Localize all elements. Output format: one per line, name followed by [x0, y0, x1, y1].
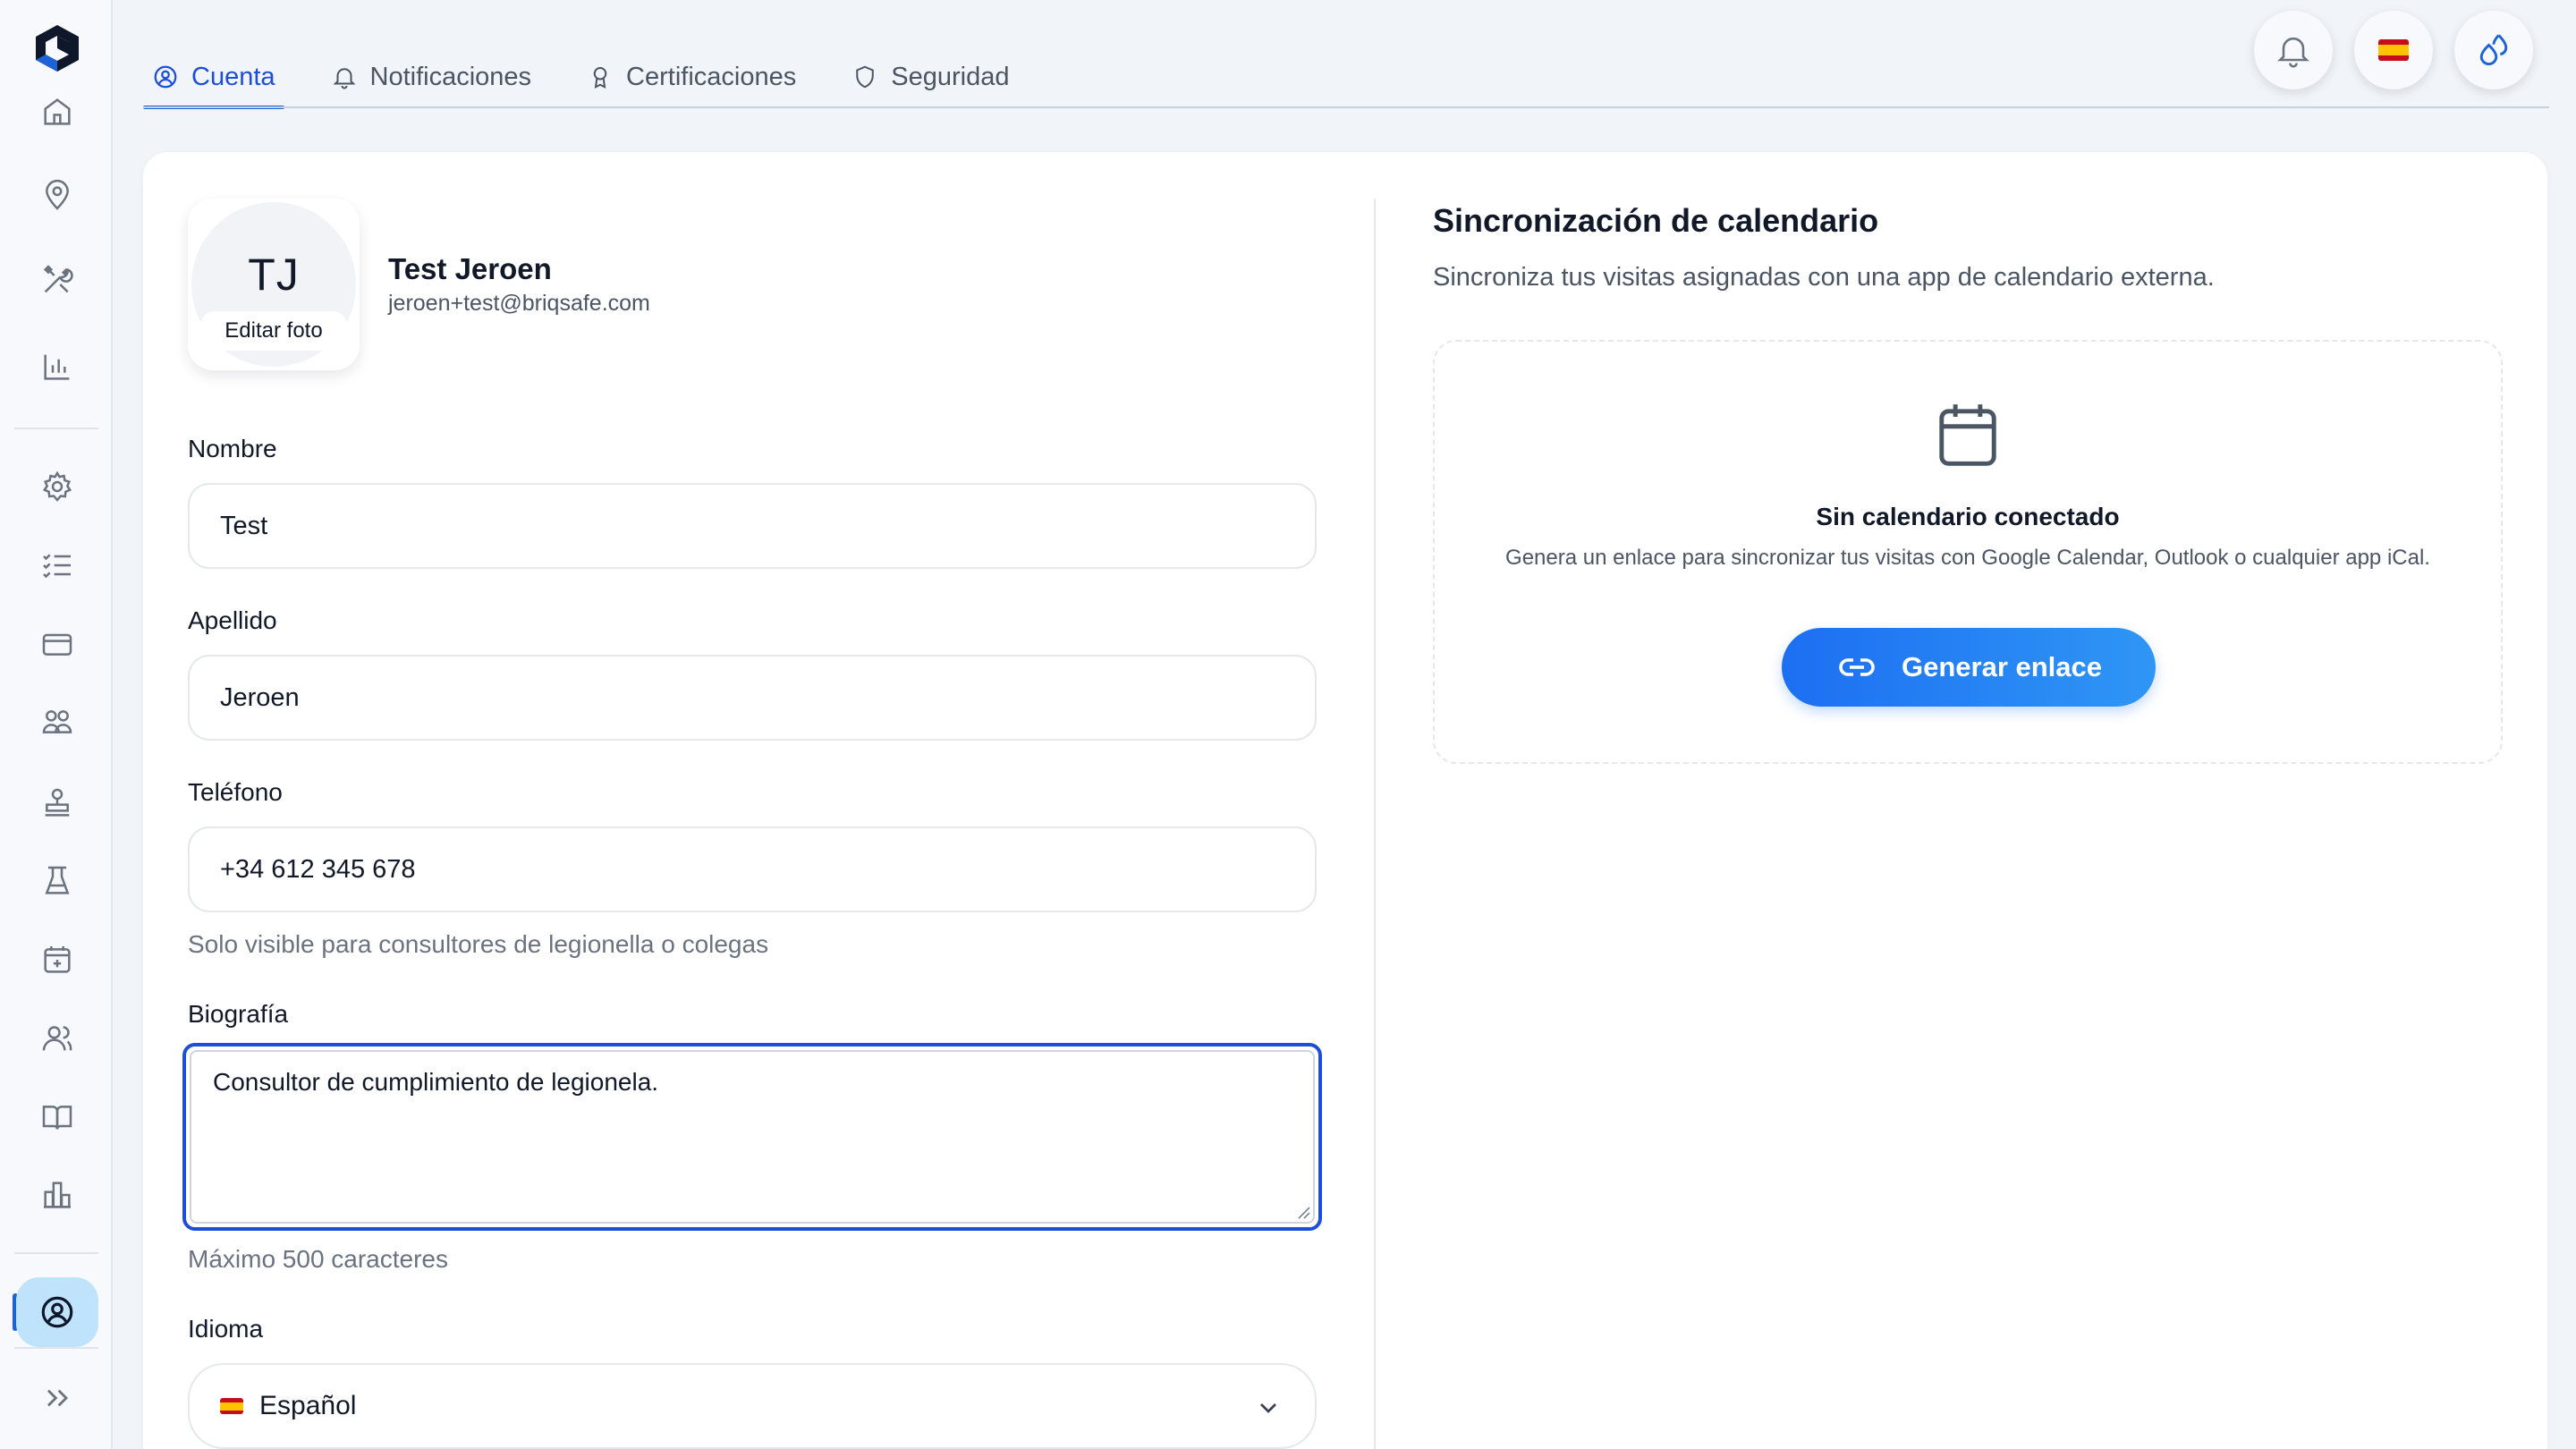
calendar-sync-title: Sincronización de calendario [1433, 202, 1879, 239]
resize-handle-icon[interactable] [1293, 1202, 1311, 1220]
bell-icon [2277, 37, 2309, 68]
tabs-underline [143, 106, 2549, 108]
biografia-textarea[interactable]: Consultor de cumplimiento de legionela. [182, 1043, 1322, 1231]
calendar-sync-subtitle: Sincroniza tus visitas asignadas con una… [1433, 263, 2215, 292]
tab-seguridad[interactable]: Seguridad [843, 45, 1018, 109]
user-circle-icon [154, 65, 177, 89]
tab-certificaciones[interactable]: Certificaciones [578, 45, 805, 109]
avatar[interactable]: TJ Editar foto [191, 202, 356, 367]
tools-icon[interactable] [35, 258, 80, 302]
idioma-select[interactable]: Español [188, 1363, 1317, 1449]
tab-label: Notificaciones [369, 62, 532, 91]
calendar-plus-icon[interactable] [35, 937, 80, 982]
expand-sidebar-icon[interactable] [35, 1376, 80, 1420]
app-logo[interactable] [34, 23, 80, 73]
tab-label: Cuenta [191, 62, 275, 91]
tab-cuenta[interactable]: Cuenta [143, 45, 284, 109]
building-chart-icon[interactable] [35, 1173, 80, 1217]
sidebar-divider [14, 428, 98, 429]
avatar-card: TJ Editar foto [188, 199, 360, 370]
groups-icon[interactable] [35, 699, 80, 744]
chevron-down-icon [1260, 1403, 1276, 1413]
map-pin-icon[interactable] [35, 173, 80, 217]
idioma-value: Español [259, 1391, 357, 1420]
avatar-initials: TJ [248, 250, 300, 300]
book-open-icon[interactable] [35, 1095, 80, 1140]
gear-icon[interactable] [35, 464, 80, 509]
users-icon[interactable] [35, 1016, 80, 1061]
settings-tabs: Cuenta Notificaciones Certificaciones Se… [143, 45, 1055, 109]
tab-notificaciones[interactable]: Notificaciones [322, 45, 541, 109]
nombre-label: Nombre [188, 435, 277, 462]
tab-label: Seguridad [891, 62, 1010, 91]
biografia-hint: Máximo 500 caracteres [188, 1245, 449, 1273]
award-icon [593, 67, 607, 89]
calendar-empty-description: Genera un enlace para sincronizar tus vi… [1505, 546, 2430, 570]
column-divider [1374, 199, 1376, 1449]
biografia-text: Consultor de cumplimiento de legionela. [213, 1068, 659, 1096]
water-drops-button[interactable] [2454, 11, 2533, 89]
shield-icon [856, 65, 874, 89]
spain-flag-icon [220, 1398, 243, 1414]
telefono-input[interactable]: +34 612 345 678 [188, 826, 1317, 912]
sidebar [0, 0, 113, 1449]
apellido-input[interactable]: Jeroen [188, 655, 1317, 741]
generate-link-button[interactable]: Generar enlace [1782, 628, 2156, 707]
language-button[interactable] [2354, 11, 2433, 89]
apellido-label: Apellido [188, 606, 277, 634]
nombre-input[interactable]: Test [188, 483, 1317, 569]
edit-photo-button[interactable]: Editar foto [200, 311, 347, 351]
spain-flag-icon [2378, 39, 2409, 61]
credit-card-icon[interactable] [35, 622, 80, 666]
tab-label: Certificaciones [626, 62, 797, 91]
sidebar-divider [14, 1347, 98, 1349]
bell-icon [333, 68, 355, 89]
calendar-icon [1939, 404, 1996, 466]
flask-icon[interactable] [35, 859, 80, 903]
biografia-label: Biografía [188, 1000, 289, 1028]
idioma-label: Idioma [188, 1315, 264, 1343]
account-nav-item[interactable] [16, 1277, 98, 1347]
user-email: jeroen+test@briqsafe.com [388, 291, 650, 316]
link-icon [1839, 658, 1875, 676]
user-name: Test Jeroen [388, 252, 552, 285]
stamp-icon[interactable] [35, 781, 80, 826]
notifications-button[interactable] [2254, 11, 2333, 89]
checklist-icon[interactable] [35, 543, 80, 588]
home-icon[interactable] [35, 89, 80, 134]
sidebar-divider [14, 1252, 98, 1254]
calendar-empty-title: Sin calendario conectado [1816, 503, 2120, 530]
generate-link-label: Generar enlace [1901, 651, 2103, 682]
telefono-hint: Solo visible para consultores de legione… [188, 930, 769, 958]
bar-chart-icon[interactable] [35, 344, 80, 389]
telefono-label: Teléfono [188, 778, 283, 806]
water-drops-icon [2479, 34, 2508, 65]
